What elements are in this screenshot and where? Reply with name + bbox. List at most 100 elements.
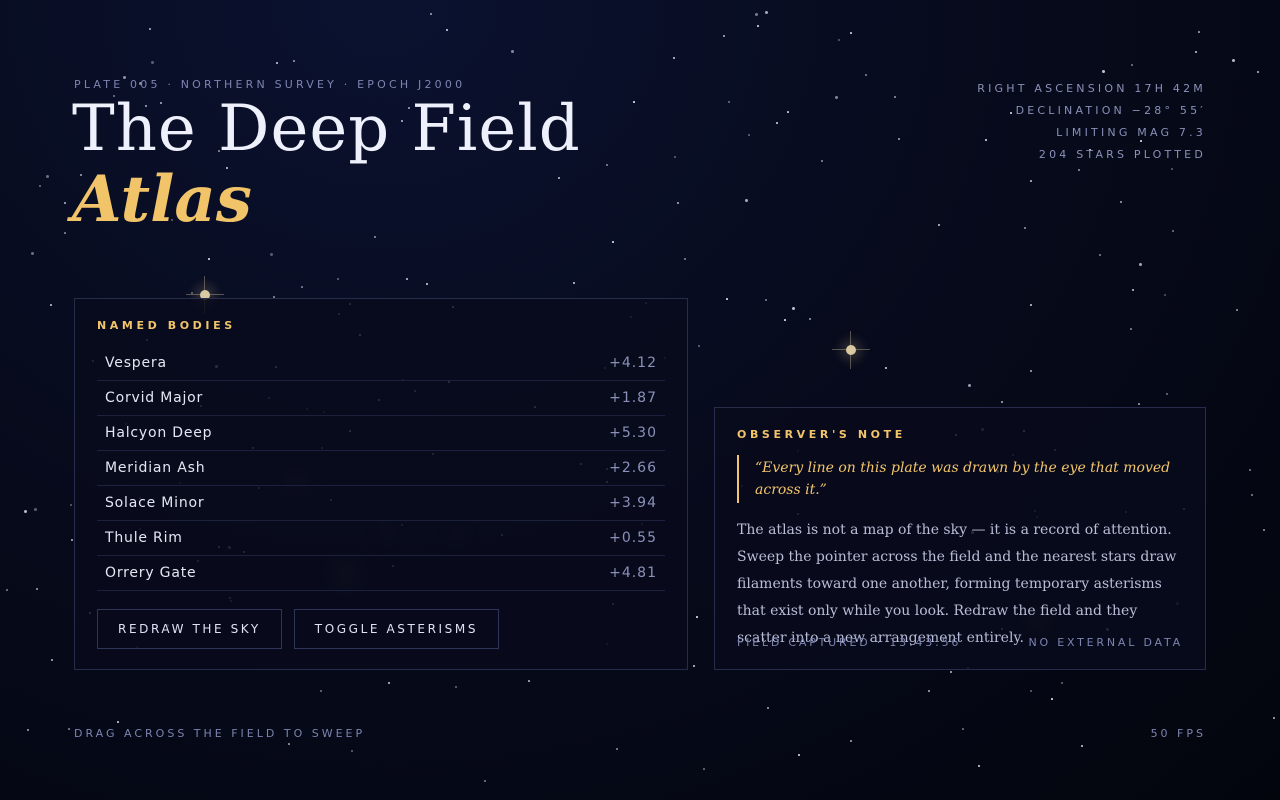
observer-note-body: The atlas is not a map of the sky — it i… (737, 522, 1177, 646)
list-item[interactable]: Vespera +4.12 (97, 346, 665, 381)
body-magnitude: +4.12 (609, 355, 657, 371)
star (351, 750, 353, 752)
star (612, 241, 614, 243)
star (723, 35, 725, 37)
star (1024, 227, 1026, 229)
star (1232, 59, 1235, 62)
page-title: The Deep Field (72, 92, 581, 166)
star (71, 539, 73, 541)
plate-line: PLATE 005 · NORTHERN SURVEY · EPOCH J200… (74, 78, 466, 91)
star (573, 282, 575, 284)
star (446, 29, 448, 31)
star (426, 283, 428, 285)
body-magnitude: +2.66 (609, 460, 657, 476)
star (34, 508, 37, 511)
star (1166, 393, 1168, 395)
star (117, 721, 119, 723)
field-captured-time: FIELD CAPTURED · 13:43:56 (737, 636, 962, 649)
star (938, 224, 940, 226)
star (1172, 230, 1174, 232)
star (693, 665, 695, 667)
body-magnitude: +5.30 (609, 425, 657, 441)
list-item[interactable]: Solace Minor +3.94 (97, 486, 665, 521)
star (6, 589, 8, 591)
external-data-status: NO EXTERNAL DATA (1028, 636, 1183, 649)
star (1263, 529, 1265, 531)
star (696, 616, 698, 618)
star (276, 62, 278, 64)
star (633, 101, 635, 103)
star (865, 74, 867, 76)
star (776, 122, 778, 124)
star (1139, 263, 1142, 266)
observers-note-panel: OBSERVER'S NOTE “Every line on this plat… (714, 407, 1206, 670)
list-item[interactable]: Corvid Major +1.87 (97, 381, 665, 416)
star (787, 111, 789, 113)
star (1131, 64, 1133, 66)
body-name: Halcyon Deep (105, 425, 213, 441)
page-subtitle: Atlas (72, 162, 252, 237)
star (850, 740, 852, 742)
list-item[interactable]: Meridian Ash +2.66 (97, 451, 665, 486)
star (70, 504, 72, 506)
limiting-magnitude: LIMITING MAG 7.3 (1056, 126, 1206, 139)
body-name: Solace Minor (105, 495, 205, 511)
star (1138, 403, 1140, 405)
star (928, 690, 930, 692)
body-magnitude: +4.81 (609, 565, 657, 581)
star (765, 299, 767, 301)
star (484, 780, 486, 782)
star (792, 307, 795, 310)
star (511, 50, 514, 53)
star (684, 258, 686, 260)
star (898, 138, 900, 140)
star (1030, 180, 1032, 182)
body-magnitude: +1.87 (609, 390, 657, 406)
star (388, 682, 390, 684)
star (798, 754, 800, 756)
observer-quote: “Every line on this plate was drawn by t… (737, 455, 1183, 503)
button-row: REDRAW THE SKY TOGGLE ASTERISMS (97, 609, 665, 649)
note-footer: FIELD CAPTURED · 13:43:56 NO EXTERNAL DA… (737, 636, 1183, 649)
star (1130, 328, 1132, 330)
star (698, 345, 700, 347)
star (293, 60, 295, 62)
star (39, 185, 41, 187)
star (51, 659, 53, 661)
list-item[interactable]: Orrery Gate +4.81 (97, 556, 665, 591)
star (677, 202, 679, 204)
star (374, 236, 376, 238)
star (406, 278, 408, 280)
star (1195, 51, 1197, 53)
declination: DECLINATION −28° 55′ (1015, 104, 1206, 117)
list-item[interactable]: Thule Rim +0.55 (97, 521, 665, 556)
star (270, 253, 273, 256)
named-bodies-list: Vespera +4.12 Corvid Major +1.87 Halcyon… (97, 346, 665, 591)
star (64, 202, 66, 204)
list-item[interactable]: Halcyon Deep +5.30 (97, 416, 665, 451)
star (149, 28, 151, 30)
toggle-asterisms-button[interactable]: TOGGLE ASTERISMS (293, 609, 500, 649)
bright-star (832, 331, 870, 369)
body-name: Vespera (105, 355, 167, 371)
body-name: Orrery Gate (105, 565, 197, 581)
star (838, 39, 840, 41)
redraw-sky-button[interactable]: REDRAW THE SKY (97, 609, 282, 649)
star (1081, 745, 1083, 747)
star (757, 25, 759, 27)
star (978, 765, 980, 767)
star (430, 13, 432, 15)
star (558, 177, 560, 179)
star (1051, 698, 1053, 700)
star (151, 61, 154, 64)
star (767, 707, 769, 709)
star (809, 318, 811, 320)
star (968, 384, 971, 387)
named-bodies-heading: NAMED BODIES (97, 319, 236, 332)
star (1030, 304, 1032, 306)
star (784, 319, 786, 321)
star (1102, 70, 1105, 73)
star (64, 232, 66, 234)
star (821, 160, 823, 162)
star (27, 729, 29, 731)
